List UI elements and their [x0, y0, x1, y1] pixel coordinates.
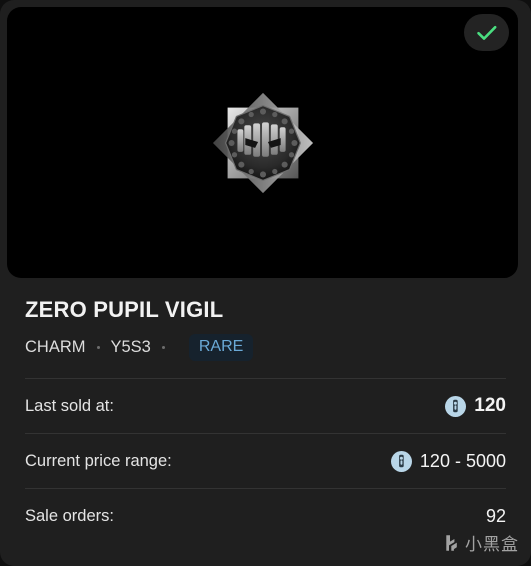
- stat-row-price-range: Current price range: 120 - 5000: [25, 433, 506, 488]
- stat-value: 120: [445, 395, 506, 417]
- stat-row-last-sold: Last sold at: 120: [25, 378, 506, 433]
- stat-value: 120 - 5000: [390, 450, 506, 472]
- stat-value-text: 120 - 5000: [419, 450, 506, 471]
- item-meta-row: CHARM Y5S3 RARE: [0, 322, 531, 362]
- stat-value-text: 120: [474, 395, 506, 417]
- stat-label: Last sold at:: [25, 396, 114, 415]
- item-info: ZERO PUPIL VIGIL CHARM Y5S3 RARE Last so…: [0, 278, 531, 543]
- r6-credits-coin-icon: [445, 395, 467, 417]
- check-icon: [476, 24, 498, 42]
- eight-pointed-star-charm-icon: [204, 84, 322, 202]
- stats-list: Last sold at: 120 Current price range: 1…: [0, 378, 531, 543]
- xiaoheihe-logo-icon: [443, 534, 460, 557]
- stat-row-sale-orders: Sale orders: 92: [25, 488, 506, 543]
- watermark-text: 小黑盒: [465, 535, 519, 555]
- verified-badge[interactable]: [464, 14, 509, 51]
- stat-label: Current price range:: [25, 451, 172, 470]
- item-detail-card: ZERO PUPIL VIGIL CHARM Y5S3 RARE Last so…: [0, 0, 531, 566]
- item-title: ZERO PUPIL VIGIL: [25, 297, 224, 322]
- stat-label: Sale orders:: [25, 506, 114, 525]
- item-category: CHARM: [25, 338, 86, 357]
- meta-separator-dot: [161, 346, 165, 350]
- item-image-panel[interactable]: [7, 7, 518, 278]
- watermark: 小黑盒: [443, 534, 519, 557]
- item-season: Y5S3: [110, 338, 151, 357]
- stat-value: 92: [486, 506, 506, 527]
- meta-separator-dot: [96, 346, 100, 350]
- r6-credits-coin-icon: [390, 450, 412, 472]
- rarity-badge: RARE: [188, 334, 254, 362]
- stat-value-text: 92: [485, 505, 506, 526]
